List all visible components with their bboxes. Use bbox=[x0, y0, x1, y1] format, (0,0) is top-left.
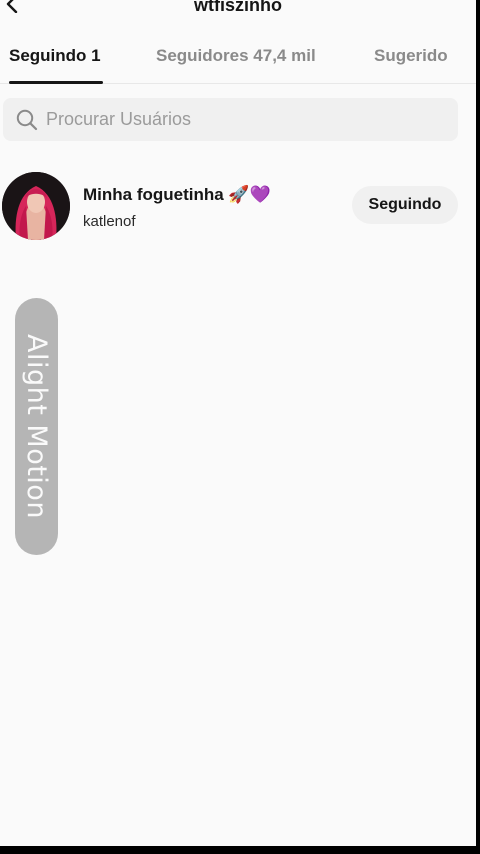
user-display-name: Minha foguetinha 🚀💜 bbox=[83, 185, 271, 204]
avatar[interactable] bbox=[2, 172, 70, 240]
tab-followers[interactable]: Seguidores 47,4 mil bbox=[156, 46, 316, 66]
following-screen: wtfiszinho Seguindo 1 Seguidores 47,4 mi… bbox=[0, 0, 476, 846]
back-button[interactable] bbox=[0, 0, 24, 16]
following-button[interactable]: Seguindo bbox=[352, 186, 458, 224]
search-icon bbox=[16, 109, 38, 131]
page-title: wtfiszinho bbox=[194, 0, 282, 15]
screen-border-bottom bbox=[0, 846, 480, 854]
tab-bar: Seguindo 1 Seguidores 47,4 mil Sugerido bbox=[0, 36, 476, 84]
user-handle: katlenof bbox=[83, 213, 136, 230]
search-bar[interactable] bbox=[3, 98, 458, 141]
tab-following[interactable]: Seguindo 1 bbox=[9, 46, 101, 66]
watermark-badge: Alight Motion bbox=[15, 298, 58, 555]
chevron-left-icon bbox=[6, 0, 18, 13]
search-input[interactable] bbox=[46, 109, 426, 130]
active-tab-indicator bbox=[9, 81, 103, 84]
screen-border-right bbox=[476, 0, 480, 854]
user-list-item[interactable]: Minha foguetinha 🚀💜 katlenof Seguindo bbox=[0, 170, 476, 242]
header: wtfiszinho bbox=[0, 0, 476, 20]
watermark-text: Alight Motion bbox=[21, 334, 52, 519]
tab-suggested[interactable]: Sugerido bbox=[374, 46, 448, 66]
